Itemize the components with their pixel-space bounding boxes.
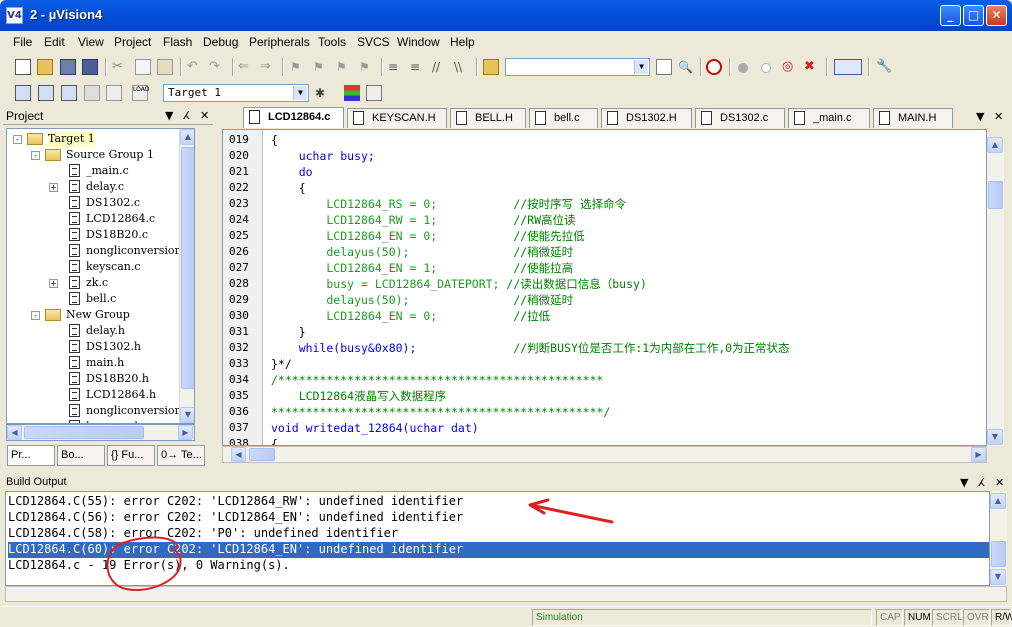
status-ovr: OVR: [963, 609, 990, 626]
annotation-overlay: [106, 498, 614, 591]
status-cap: CAP: [876, 609, 903, 626]
status-scrl: SCRL: [932, 609, 963, 626]
status-num: NUM: [904, 609, 931, 626]
annotation-circle: [106, 536, 182, 591]
annotation-arrow: [528, 498, 614, 524]
status-rw: R/W: [991, 609, 1012, 626]
status-bar: Simulation CAP NUM SCRL OVR R/W: [0, 606, 1012, 627]
status-mode: Simulation: [532, 609, 872, 626]
